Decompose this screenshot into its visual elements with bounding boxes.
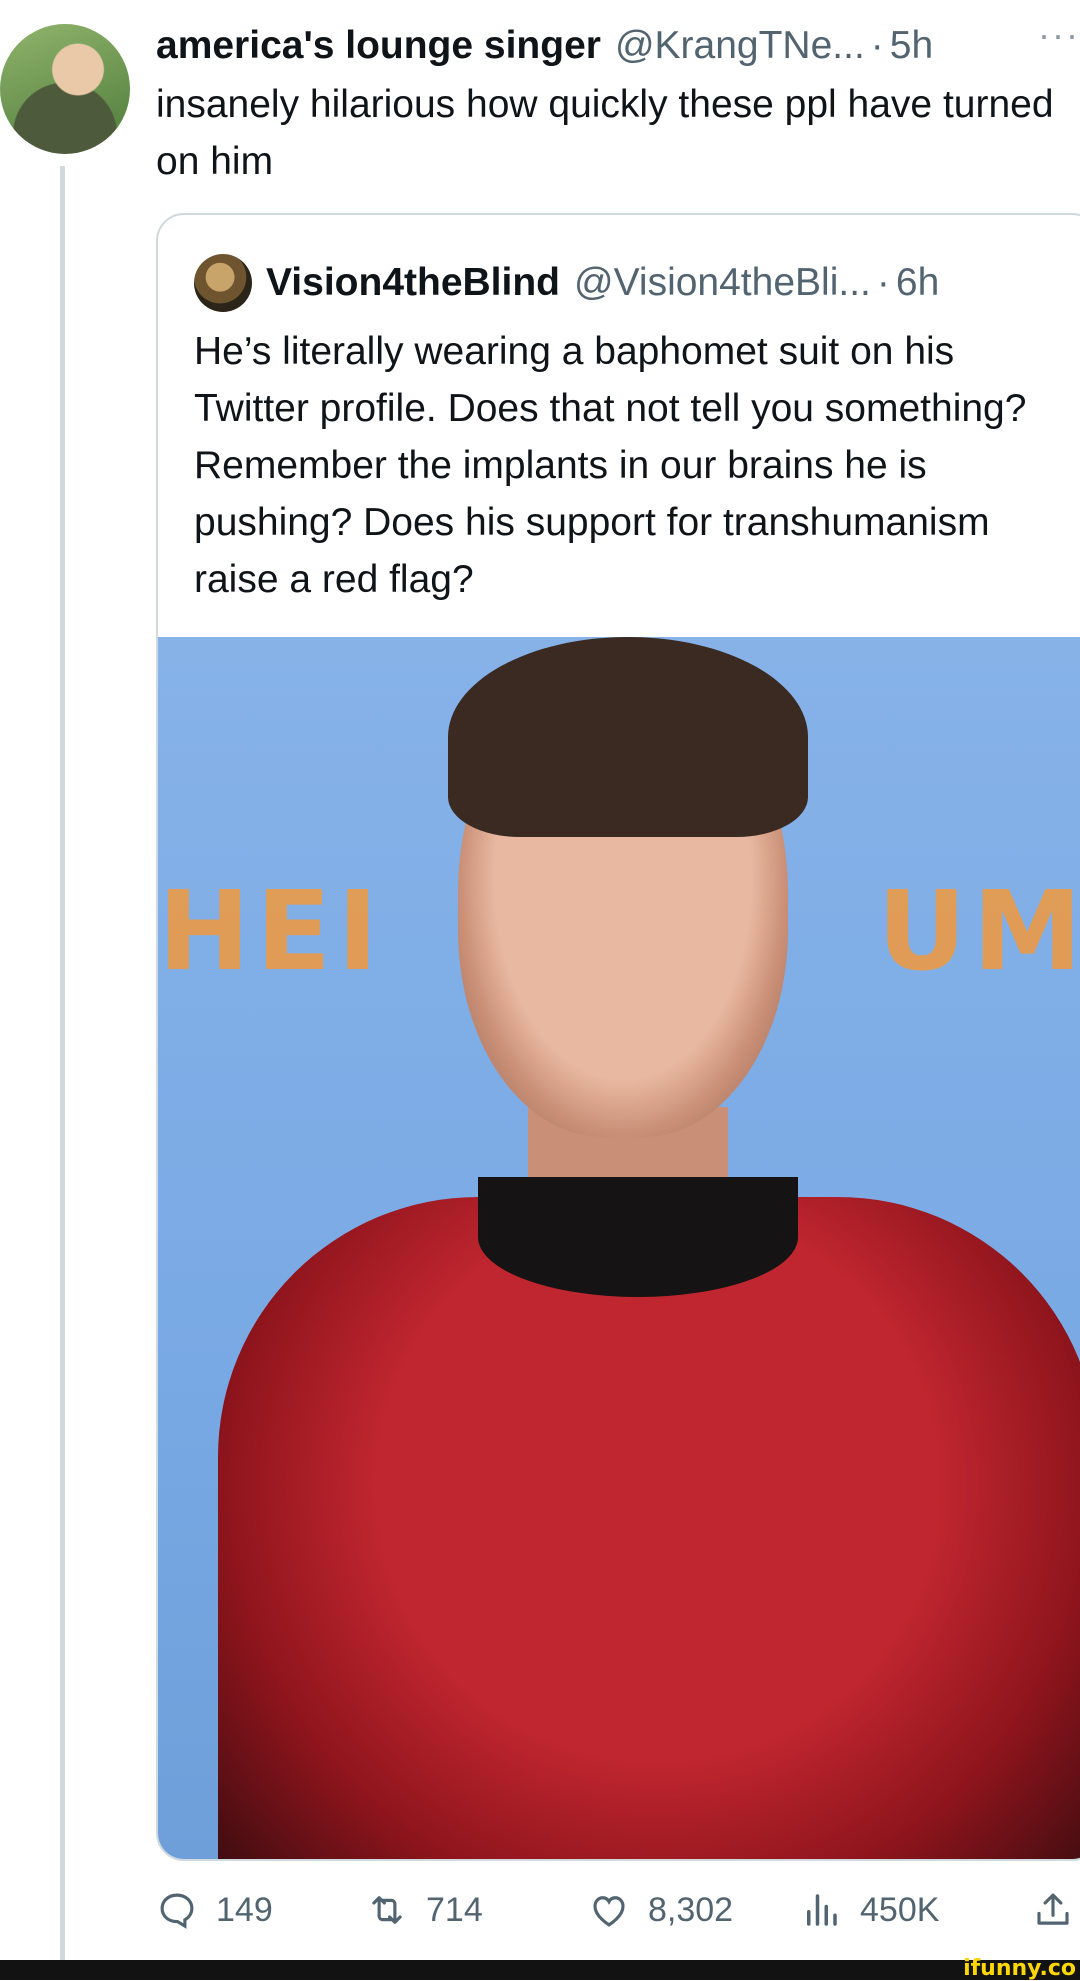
reply-icon (160, 1893, 194, 1929)
retweet-icon (372, 1896, 402, 1924)
quoted-tweet-header: Vision4theBlind @Vision4theBli... · 6h (194, 253, 939, 313)
tweet-header: america's lounge singer @KrangTNe... · 5… (156, 16, 1080, 76)
quoted-tweet-timestamp[interactable]: 6h (896, 261, 939, 305)
author-handle[interactable]: @KrangTNe... (615, 24, 865, 68)
photo-hair (448, 637, 808, 837)
quoted-time-separator: · (876, 261, 890, 304)
retweet-button[interactable]: 714 (366, 1880, 483, 1940)
quoted-tweet-card[interactable]: Vision4theBlind @Vision4theBli... · 6h H… (156, 213, 1080, 1861)
quoted-author-avatar[interactable] (194, 254, 252, 312)
photo-backdrop-text-left: HEI (158, 867, 385, 995)
watermark-bar (0, 1960, 1080, 1980)
author-avatar[interactable] (0, 24, 130, 154)
views-icon (807, 1894, 837, 1926)
views-button[interactable]: 450K (800, 1880, 939, 1940)
photo-collar (478, 1177, 798, 1297)
quoted-tweet-photo[interactable]: HEI UM (158, 637, 1080, 1859)
quoted-tweet-text: He’s literally wearing a baphomet suit o… (194, 330, 1027, 601)
time-separator: · (870, 24, 884, 67)
more-icon[interactable]: ··· (1038, 14, 1080, 56)
like-button[interactable]: 8,302 (588, 1880, 733, 1940)
tweet-text: insanely hilarious how quickly these ppl… (156, 83, 1054, 183)
views-count: 450K (860, 1890, 940, 1929)
like-count: 8,302 (648, 1890, 734, 1929)
reply-count: 149 (216, 1890, 273, 1929)
retweet-count: 714 (426, 1890, 483, 1929)
author-display-name[interactable]: america's lounge singer (156, 24, 601, 68)
reply-button[interactable]: 149 (156, 1880, 273, 1940)
quoted-author-handle[interactable]: @Vision4theBli... (574, 261, 871, 305)
share-button[interactable] (1032, 1880, 1080, 1940)
heart-icon (593, 1896, 625, 1927)
tweet-timestamp[interactable]: 5h (890, 24, 933, 68)
photo-backdrop-text-right: UM (877, 867, 1080, 995)
watermark-logo: ifunny.co (963, 1956, 1076, 1981)
share-icon (1037, 1893, 1069, 1925)
thread-line (60, 166, 65, 1961)
tweet-action-bar: 149 714 8,302 450K (156, 1880, 1080, 1940)
quoted-author-display-name[interactable]: Vision4theBlind (266, 261, 560, 305)
